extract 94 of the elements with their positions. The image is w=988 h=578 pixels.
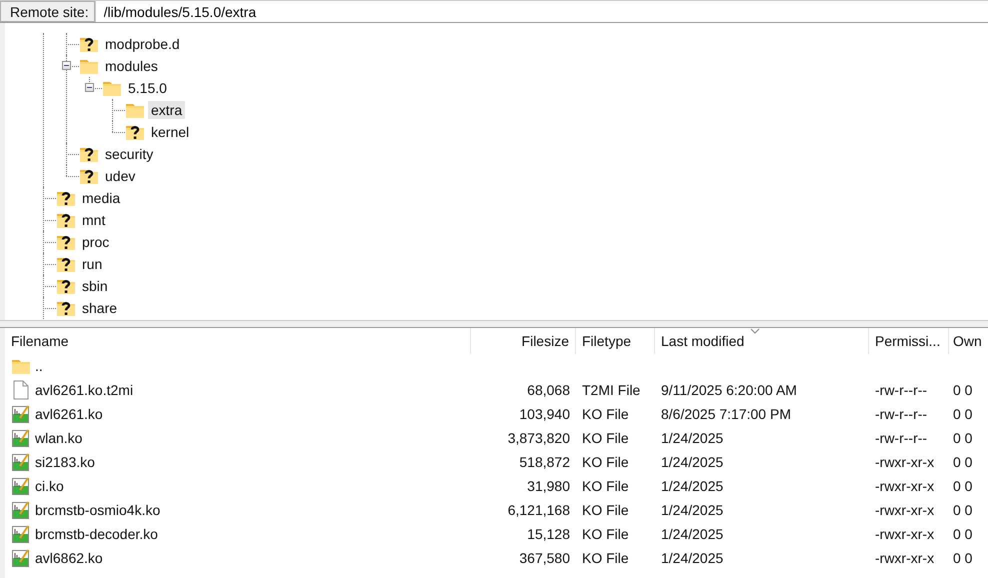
table-cell: 68,068	[527, 382, 570, 398]
unknown-folder-icon	[56, 189, 76, 207]
module-file-icon	[11, 500, 31, 520]
table-cell: 0 0	[953, 526, 972, 542]
unknown-folder-icon	[125, 123, 145, 141]
table-cell: 518,872	[519, 454, 570, 470]
table-cell: -rwxr-xr-x	[875, 478, 934, 494]
tree-item[interactable]: mnt	[79, 211, 108, 229]
folder-icon	[125, 101, 145, 119]
column-header[interactable]: Filesize	[471, 328, 576, 354]
file-name[interactable]: brcmstb-osmio4k.ko	[35, 502, 160, 518]
folder-icon	[11, 357, 31, 375]
folder-icon	[102, 79, 122, 97]
tree-item[interactable]: run	[79, 255, 106, 273]
table-cell: KO File	[582, 502, 629, 518]
table-cell: -rw-r--r--	[875, 382, 928, 398]
table-cell: T2MI File	[582, 382, 640, 398]
table-cell: 9/11/2025 6:20:00 AM	[661, 382, 797, 398]
unknown-folder-icon	[56, 299, 76, 317]
table-cell: 15,128	[527, 526, 570, 542]
tree-item[interactable]: 5.15.0	[125, 79, 170, 97]
tree-item[interactable]: extra	[148, 101, 186, 119]
module-file-icon	[11, 476, 31, 496]
table-cell: 0 0	[953, 478, 972, 494]
tree-item[interactable]: share	[79, 299, 120, 317]
file-name[interactable]: ci.ko	[35, 478, 64, 494]
table-cell: -rwxr-xr-x	[875, 550, 934, 566]
table-cell: 1/24/2025	[661, 454, 724, 470]
table-cell: KO File	[582, 454, 629, 470]
file-name[interactable]: brcmstb-decoder.ko	[35, 526, 158, 542]
module-file-icon	[11, 404, 31, 424]
table-cell: 0 0	[953, 502, 972, 518]
file-name[interactable]: ..	[35, 358, 43, 374]
table-cell: -rwxr-xr-x	[875, 526, 934, 542]
table-cell: 0 0	[953, 550, 972, 566]
tree-item[interactable]: sbin	[79, 277, 111, 295]
table-cell: 1/24/2025	[661, 478, 724, 494]
table-cell: 1/24/2025	[661, 430, 724, 446]
column-header[interactable]: Permissi...	[869, 328, 949, 354]
file-name[interactable]: wlan.ko	[35, 430, 82, 446]
tree-item[interactable]: kernel	[148, 123, 192, 141]
file-icon	[11, 380, 31, 400]
table-cell: 8/6/2025 7:17:00 PM	[661, 406, 791, 422]
column-header[interactable]: Filetype	[576, 328, 655, 354]
table-cell: -rwxr-xr-x	[875, 502, 934, 518]
unknown-folder-icon	[56, 233, 76, 251]
collapse-toggle[interactable]	[85, 83, 94, 92]
column-header[interactable]: Last modified	[655, 328, 869, 354]
column-header[interactable]: Own	[949, 328, 988, 354]
table-cell: 103,940	[519, 406, 570, 422]
sort-caret-icon	[750, 328, 760, 334]
unknown-folder-icon	[56, 277, 76, 295]
table-cell: -rwxr-xr-x	[875, 454, 934, 470]
unknown-folder-icon	[79, 167, 99, 185]
table-cell: 367,580	[519, 550, 570, 566]
table-cell: 0 0	[953, 454, 972, 470]
tree-item[interactable]: proc	[79, 233, 112, 251]
table-cell: KO File	[582, 430, 629, 446]
unknown-folder-icon	[56, 211, 76, 229]
table-cell: -rw-r--r--	[875, 406, 928, 422]
table-cell: 31,980	[527, 478, 570, 494]
table-cell: -rw-r--r--	[875, 430, 928, 446]
tree-item[interactable]: media	[79, 189, 124, 207]
tree-item[interactable]: modprobe.d	[102, 35, 183, 53]
remote-site-label: Remote site:	[0, 1, 95, 22]
file-name[interactable]: avl6261.ko	[35, 406, 103, 422]
table-cell: 0 0	[953, 430, 972, 446]
table-cell: KO File	[582, 406, 629, 422]
table-cell: 1/24/2025	[661, 526, 724, 542]
table-cell: 0 0	[953, 406, 972, 422]
unknown-folder-icon	[56, 255, 76, 273]
module-file-icon	[11, 524, 31, 544]
table-cell: 1/24/2025	[661, 550, 724, 566]
tree-item[interactable]: udev	[102, 167, 138, 185]
collapse-toggle[interactable]	[62, 61, 71, 70]
table-cell: 1/24/2025	[661, 502, 724, 518]
table-cell: 0 0	[953, 382, 972, 398]
file-name[interactable]: avl6261.ko.t2mi	[35, 382, 134, 398]
table-cell: 3,873,820	[508, 430, 570, 446]
folder-icon	[79, 57, 99, 75]
module-file-icon	[11, 428, 31, 448]
unknown-folder-icon	[79, 145, 99, 163]
tree-item[interactable]: security	[102, 145, 156, 163]
table-cell: 6,121,168	[508, 502, 570, 518]
table-cell: KO File	[582, 478, 629, 494]
module-file-icon	[11, 452, 31, 472]
file-name[interactable]: avl6862.ko	[35, 550, 103, 566]
tree-item[interactable]: modules	[102, 57, 161, 75]
module-file-icon	[11, 548, 31, 568]
file-name[interactable]: si2183.ko	[35, 454, 95, 470]
table-cell: KO File	[582, 526, 629, 542]
unknown-folder-icon	[79, 35, 99, 53]
column-header[interactable]: Filename	[5, 328, 471, 354]
table-cell: KO File	[582, 550, 629, 566]
